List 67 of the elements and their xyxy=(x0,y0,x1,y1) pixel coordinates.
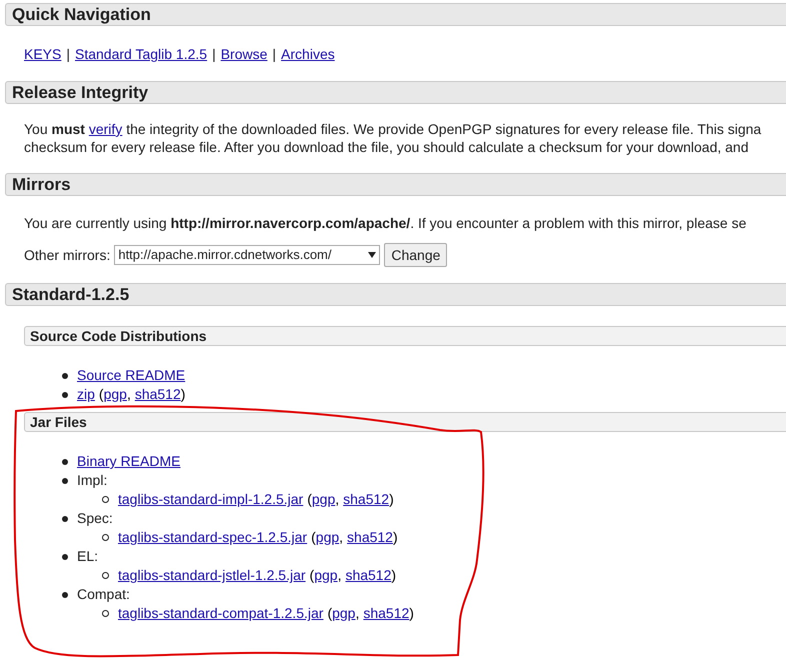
punctuation: ) xyxy=(389,490,394,509)
subsection-header: Jar Files xyxy=(24,412,786,432)
bullet-icon xyxy=(102,610,109,617)
bullet-icon xyxy=(62,592,68,598)
bullet-icon xyxy=(102,534,109,541)
nav-link[interactable]: KEYS xyxy=(24,44,62,65)
punctuation: ( xyxy=(327,604,332,623)
file-link[interactable]: zip xyxy=(77,384,95,405)
separator: | xyxy=(211,45,217,64)
integrity-paragraph: You must verify the integrity of the downloaded files. We provide OpenPGP signatures for every release file. This signa checksum for every release file. After you download the file, you should calculate a checksum for your download, and xyxy=(23,120,762,157)
file-link[interactable]: taglibs-standard-impl-1.2.5.jar xyxy=(118,489,304,510)
punctuation: , xyxy=(338,566,342,585)
checksum-link[interactable]: sha512 xyxy=(345,565,392,586)
nav-link[interactable]: Browse xyxy=(220,44,268,65)
list-label: EL: xyxy=(77,547,98,566)
checksum-link[interactable]: sha512 xyxy=(347,527,393,548)
punctuation: ( xyxy=(310,566,314,585)
list-label: Spec: xyxy=(77,509,113,528)
punctuation: ) xyxy=(392,528,398,547)
verify-link[interactable]: verify xyxy=(88,121,122,137)
readme-link[interactable]: Binary README xyxy=(77,451,180,472)
dropdown-caret-icon xyxy=(368,252,376,258)
bullet-icon xyxy=(62,516,68,522)
nav-link[interactable]: Archives xyxy=(281,44,335,65)
section-header: Quick Navigation xyxy=(5,3,786,26)
mirror-label: Other mirrors: xyxy=(24,246,110,264)
bullet-icon xyxy=(62,392,68,398)
bullet-icon xyxy=(62,372,68,378)
list-label: Impl: xyxy=(77,471,108,490)
section-header: Standard-1.2.5 xyxy=(5,283,786,306)
punctuation: ) xyxy=(391,566,396,585)
checksum-link[interactable]: sha512 xyxy=(343,489,390,510)
punctuation: , xyxy=(126,385,131,404)
subsection-header: Source Code Distributions xyxy=(24,326,786,346)
section-header: Release Integrity xyxy=(5,81,786,104)
mirror-info-text: You are currently using http://mirror.navercorp.com/apache/. If you encounter a problem with this mirror, please se xyxy=(24,214,748,233)
punctuation: ) xyxy=(180,385,186,404)
punctuation: , xyxy=(355,604,360,623)
pgp-link[interactable]: pgp xyxy=(312,489,336,510)
section-header: Mirrors xyxy=(5,173,786,196)
punctuation: , xyxy=(335,490,340,509)
pgp-link[interactable]: pgp xyxy=(332,603,356,624)
pgp-link[interactable]: pgp xyxy=(316,527,340,548)
separator: | xyxy=(271,45,278,64)
file-link[interactable]: taglibs-standard-spec-1.2.5.jar xyxy=(118,527,308,548)
list-label: Compat: xyxy=(77,585,130,604)
bullet-icon xyxy=(62,458,68,464)
separator: | xyxy=(65,45,71,64)
nav-link[interactable]: Standard Taglib 1.2.5 xyxy=(75,44,208,65)
readme-link[interactable]: Source README xyxy=(77,365,186,386)
file-link[interactable]: taglibs-standard-jstlel-1.2.5.jar xyxy=(118,565,306,586)
checksum-link[interactable]: sha512 xyxy=(134,384,181,405)
mirror-select[interactable]: http://apache.mirror.cdnetworks.com/ xyxy=(114,245,380,265)
bullet-icon xyxy=(102,496,109,503)
pgp-link[interactable]: pgp xyxy=(314,565,338,586)
punctuation: ( xyxy=(98,385,104,404)
pgp-link[interactable]: pgp xyxy=(104,384,127,405)
change-button[interactable]: Change xyxy=(384,243,448,267)
bullet-icon xyxy=(62,554,68,560)
checksum-link[interactable]: sha512 xyxy=(363,603,410,624)
punctuation: ) xyxy=(409,604,414,623)
punctuation: ( xyxy=(307,490,312,509)
bullet-icon xyxy=(62,478,68,484)
bullet-icon xyxy=(102,572,109,579)
punctuation: ( xyxy=(311,528,316,547)
punctuation: , xyxy=(339,528,344,547)
file-link[interactable]: taglibs-standard-compat-1.2.5.jar xyxy=(118,603,324,624)
